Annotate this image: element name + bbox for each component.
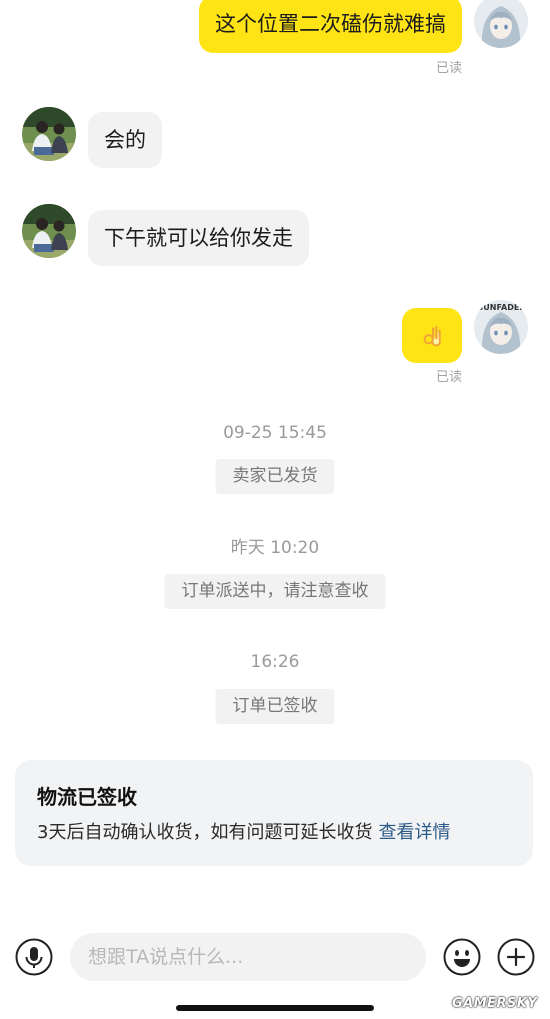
avatar-image: SUNFADEL (474, 300, 528, 354)
read-receipt: 已读 (435, 370, 462, 385)
read-receipt: 已读 (435, 61, 462, 76)
avatar-image (22, 204, 76, 258)
voice-input-button[interactable] (15, 938, 53, 976)
emoji-icon (443, 938, 481, 976)
logistics-status-card[interactable]: 物流已签收 3天后自动确认收货，如有问题可延长收货 查看详情 (15, 760, 533, 866)
ok-hand-emoji-icon (423, 326, 441, 347)
timestamp: 16:26 (250, 652, 300, 672)
system-notice: 卖家已发货 (215, 459, 335, 494)
timestamp: 昨天 10:20 (230, 538, 320, 558)
card-title: 物流已签收 (37, 785, 137, 809)
system-notice: 订单派送中，请注意查收 (164, 574, 386, 609)
avatar-image (474, 0, 528, 48)
outgoing-message-bubble[interactable]: 这个位置二次磕伤就难搞 (199, 0, 462, 53)
system-notice: 订单已签收 (215, 689, 335, 724)
seller-avatar[interactable] (22, 204, 76, 258)
watermark: GAMERSKY (452, 996, 538, 1011)
chat-screen: 这个位置二次磕伤就难搞 已读 会的 下午就可以给你发走 SUNFADEL 已读 … (0, 0, 550, 1019)
incoming-message-bubble[interactable]: 下午就可以给你发走 (88, 210, 309, 266)
home-indicator[interactable] (176, 1005, 374, 1011)
message-input[interactable] (70, 933, 426, 981)
outgoing-emoji-bubble[interactable] (402, 308, 462, 363)
avatar-lettering: SUNFADEL (478, 303, 525, 312)
seller-avatar[interactable] (22, 107, 76, 161)
view-details-link[interactable]: 查看详情 (378, 822, 450, 843)
message-text: 下午就可以给你发走 (104, 226, 293, 250)
plus-icon (497, 938, 535, 976)
my-avatar[interactable]: SUNFADEL (474, 300, 528, 354)
timestamp: 09-25 15:45 (223, 423, 327, 443)
mic-icon (15, 938, 53, 976)
message-text: 会的 (104, 128, 146, 152)
more-options-button[interactable] (497, 938, 535, 976)
message-text: 这个位置二次磕伤就难搞 (215, 12, 446, 36)
incoming-message-bubble[interactable]: 会的 (88, 112, 162, 168)
card-body: 3天后自动确认收货，如有问题可延长收货 查看详情 (37, 821, 450, 845)
my-avatar[interactable] (474, 0, 528, 48)
emoji-button[interactable] (443, 938, 481, 976)
card-body-text: 3天后自动确认收货，如有问题可延长收货 (37, 822, 373, 843)
avatar-image (22, 107, 76, 161)
